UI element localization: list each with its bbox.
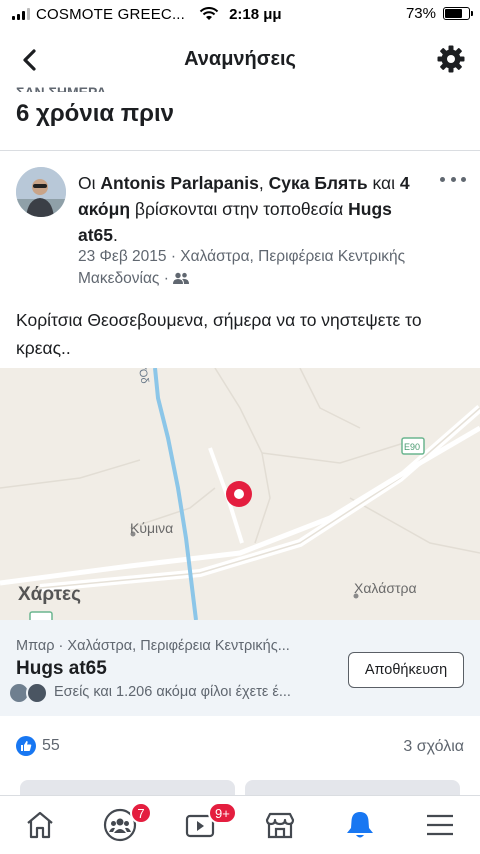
text-prefix: Οι — [78, 173, 101, 193]
watch-badge: 9+ — [208, 802, 237, 824]
like-button[interactable] — [20, 780, 235, 796]
tagged-person-link[interactable]: Сука Блять — [269, 173, 368, 193]
place-card[interactable]: Μπαρ · Χαλάστρα, Περιφέρεια Κεντρικής...… — [0, 620, 480, 716]
battery-icon — [443, 7, 473, 20]
signal-icon — [12, 8, 30, 20]
comment-count[interactable]: 3 σχόλια — [403, 738, 464, 756]
save-button[interactable]: Αποθήκευση — [348, 652, 464, 688]
like-count: 55 — [42, 737, 60, 754]
map-label-kymina: Κύμινα — [130, 520, 174, 536]
place-category: Μπαρ · Χαλάστρα, Περιφέρεια Κεντρικής... — [16, 638, 290, 654]
maps-logo: Χάρτες — [18, 584, 81, 606]
nav-menu[interactable] — [400, 796, 480, 854]
profile-photo — [16, 167, 66, 217]
author-link[interactable]: Antonis Parlapanis — [100, 173, 259, 193]
separator: , — [258, 173, 269, 193]
divider — [0, 150, 480, 151]
post-date-location[interactable]: 23 Φεβ 2015 · Χαλάστρα, Περιφέρεια Κεντρ… — [78, 248, 405, 287]
more-dot — [440, 176, 445, 182]
wifi-icon — [199, 7, 219, 20]
menu-icon — [427, 814, 453, 836]
road-label: Όδ — [136, 368, 151, 385]
road-shield: E90 — [404, 442, 421, 452]
nav-groups[interactable]: 7 — [80, 796, 160, 854]
bottom-navigation: 7 9+ — [0, 795, 480, 854]
more-dot — [461, 176, 466, 182]
home-icon — [27, 811, 53, 839]
friend-avatars — [8, 682, 52, 704]
top-bar: Αναμνήσεις — [0, 32, 480, 86]
settings-button[interactable] — [434, 42, 468, 76]
location-map[interactable]: Όδ E90 Κύμινα Χαλάστρα Χάρτες — [0, 368, 480, 620]
nav-home[interactable] — [0, 796, 80, 854]
chevron-left-icon — [23, 49, 36, 71]
nav-marketplace[interactable] — [240, 796, 320, 854]
friends-icon — [173, 272, 190, 284]
memory-heading: 6 χρόνια πριν — [16, 100, 175, 127]
nav-notifications[interactable] — [320, 796, 400, 854]
thumbs-up-icon — [21, 741, 32, 751]
place-suffix: . — [113, 225, 118, 245]
page-title: Αναμνήσεις — [184, 47, 296, 70]
map-label-chalastra: Χαλάστρα — [354, 580, 417, 596]
section-label: ΣΑΝ ΣΗΜΕΡΑ — [16, 84, 107, 92]
reaction-summary[interactable]: 55 — [16, 736, 60, 756]
post-body: Κορίτσια Θεοσεβουμενα, σήμερα να το νηστ… — [16, 310, 422, 358]
comment-button[interactable] — [245, 780, 460, 796]
and-text: και — [367, 173, 400, 193]
avatar — [26, 682, 48, 704]
more-dot — [450, 176, 456, 182]
gear-icon — [437, 45, 465, 73]
more-options-button[interactable] — [440, 174, 466, 184]
place-name[interactable]: Hugs at65 — [16, 658, 107, 680]
marketplace-icon — [265, 812, 295, 839]
carrier-name: COSMOTE GREEC... — [36, 5, 186, 23]
back-button[interactable] — [14, 44, 46, 76]
location-text: βρίσκονται στην τοποθεσία — [130, 199, 349, 219]
post-header-text: Οι Antonis Parlapanis, Сука Блять και 4 … — [78, 170, 428, 248]
avatar[interactable] — [16, 167, 66, 217]
like-icon — [16, 736, 36, 756]
battery-percentage: 73% — [405, 5, 436, 22]
post-meta: 23 Φεβ 2015 · Χαλάστρα, Περιφέρεια Κεντρ… — [78, 246, 418, 290]
groups-badge: 7 — [130, 802, 152, 824]
status-time: 2:18 μμ — [229, 5, 282, 23]
maps-logo-text: Χάρτες — [18, 584, 81, 605]
nav-watch[interactable]: 9+ — [160, 796, 240, 854]
bell-icon — [347, 812, 373, 838]
status-bar: COSMOTE GREEC... 2:18 μμ 73% — [0, 0, 480, 28]
place-friends-text: Εσείς και 1.206 ακόμα φίλοι έχετε έ... — [54, 684, 291, 700]
